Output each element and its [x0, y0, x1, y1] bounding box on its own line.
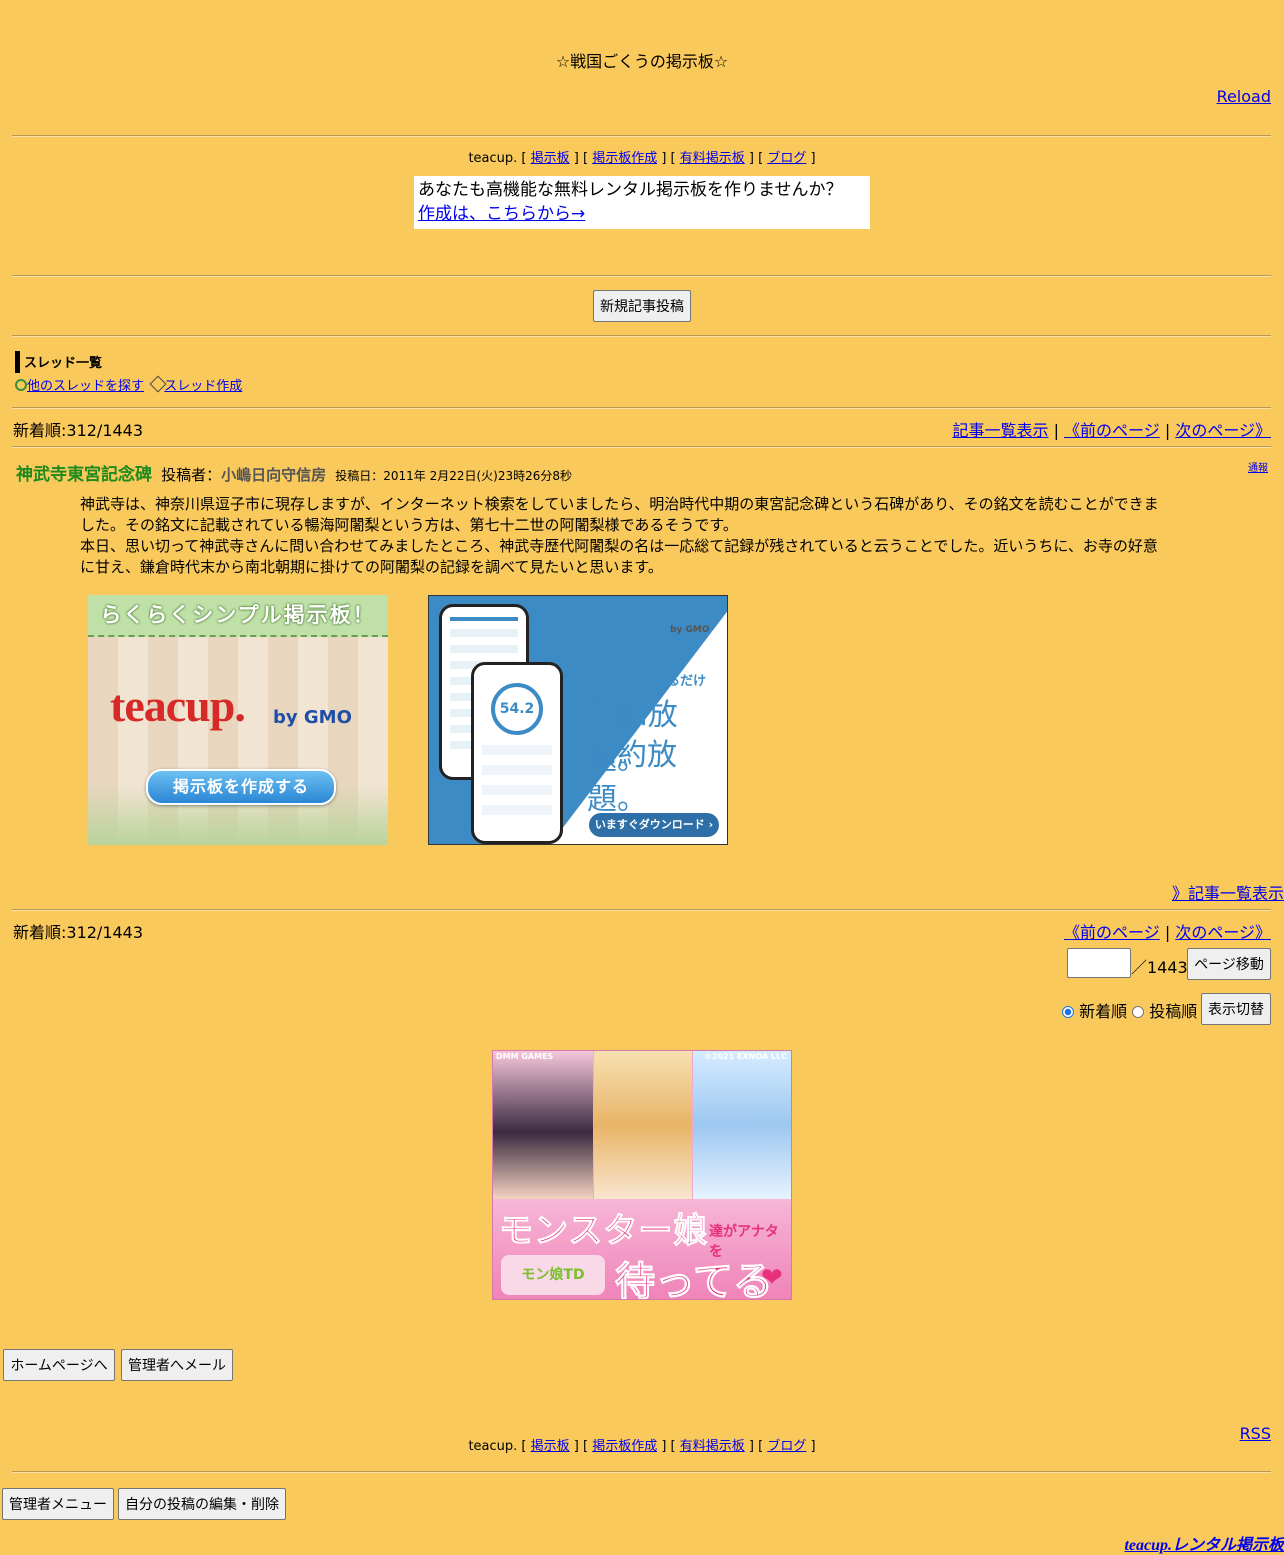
nav-link-blog[interactable]: ブログ — [767, 151, 806, 166]
post-date: 投稿日：2011年 2月22日(火)23時26分8秒 — [335, 469, 573, 483]
nav-prefix: teacup. — [468, 151, 518, 166]
divider — [12, 407, 1271, 409]
separator: | — [1053, 421, 1059, 440]
pager-links-bottom: 《前のページ | 次のページ》 — [1064, 919, 1271, 943]
character-portrait — [594, 1051, 692, 1199]
promo-link[interactable]: 作成は、こちらから→ — [418, 204, 585, 224]
post-body-line: 神武寺は、神奈川県逗子市に現存しますが、インターネット検索をしていましたら、明治… — [80, 495, 1159, 513]
ad-publisher: DMM GAMES — [496, 1052, 554, 1061]
nav-link-paid-board[interactable]: 有料掲示板 — [680, 1439, 745, 1454]
pager-status: 新着順:312/1443 — [13, 421, 144, 440]
sort-options: 新着順 投稿順 — [1062, 998, 1197, 1022]
footer-brand-link[interactable]: teacup.レンタル掲示板 — [1124, 1531, 1284, 1555]
article-list-link-bottom[interactable]: 》記事一覧表示 — [1172, 880, 1284, 904]
nav-link-board[interactable]: 掲示板 — [531, 1439, 570, 1454]
wifi-speed: 54.2 — [491, 683, 543, 735]
game-line3: 待ってる — [615, 1259, 774, 1300]
post-title: 神武寺東宮記念碑 — [16, 465, 152, 485]
edit-own-post-button[interactable]: 自分の投稿の編集・削除 — [118, 1488, 286, 1520]
ad-headline: らくらくシンプル掲示板！ — [88, 595, 388, 637]
nav-link-board[interactable]: 掲示板 — [531, 151, 570, 166]
teacup-ad-banner[interactable]: らくらくシンプル掲示板！ teacup. by GMO 掲示板を作成する — [88, 595, 388, 845]
post-header: 神武寺東宮記念碑 投稿者：小嶋日向守信房 投稿日：2011年 2月22日(火)2… — [16, 460, 572, 485]
ad-copyright: ©2021 EXNOA LLC — [703, 1052, 787, 1061]
nav-link-create-board[interactable]: 掲示板作成 — [592, 151, 657, 166]
search-icon — [15, 379, 27, 391]
divider — [12, 909, 1271, 911]
pager-links: 記事一覧表示 | 《前のページ | 次のページ》 — [952, 417, 1271, 441]
sort-new-label: 新着順 — [1079, 1002, 1128, 1021]
homepage-button[interactable]: ホームページへ — [3, 1349, 115, 1381]
nav-link-create-board[interactable]: 掲示板作成 — [592, 1439, 657, 1454]
wifi-download-button[interactable]: いますぐダウンロード › — [589, 813, 719, 837]
thread-actions: 他のスレッドを探す スレッド作成 — [15, 375, 242, 394]
pager-status-bottom: 新着順:312/1443 — [13, 923, 144, 942]
wifi-brand: タウンWiFi by GMO — [611, 602, 710, 635]
promo-text: あなたも高機能な無料レンタル掲示板を作りませんか？ — [418, 180, 843, 200]
divider — [12, 135, 1271, 137]
wifi-line3: 節約放題。 — [587, 738, 677, 817]
next-page-link[interactable]: 次のページ》 — [1175, 923, 1271, 942]
divider — [12, 275, 1271, 277]
nav-link-blog[interactable]: ブログ — [767, 1439, 806, 1454]
mail-admin-button[interactable]: 管理者へメール — [121, 1349, 233, 1381]
display-toggle-button[interactable]: 表示切替 — [1201, 993, 1271, 1025]
post-body-line: した。その銘文に記載されている暢海阿闍梨という方は、第七十二世の阿闍梨様であるそ… — [80, 516, 738, 534]
reload-link[interactable]: Reload — [1217, 87, 1271, 106]
nav-link-paid-board[interactable]: 有料掲示板 — [680, 151, 745, 166]
separator: | — [1164, 421, 1171, 440]
game-ad-banner[interactable]: DMM GAMES ©2021 EXNOA LLC モンスター娘 達がアナタを … — [492, 1050, 792, 1300]
page-number-input[interactable] — [1067, 948, 1131, 978]
thread-list-title: スレッド一覧 — [24, 356, 103, 371]
article-list-link[interactable]: 記事一覧表示 — [952, 421, 1048, 440]
divider — [12, 446, 1271, 448]
service-nav: teacup. [ 掲示板 ] [ 掲示板作成 ] [ 有料掲示板 ] [ ブロ… — [468, 151, 816, 166]
ad-create-button[interactable]: 掲示板を作成する — [146, 769, 336, 805]
heart-icon: ❤ — [761, 1263, 783, 1293]
section-bar — [15, 351, 20, 373]
game-logo: モン娘TD — [501, 1255, 605, 1295]
report-link[interactable]: 通報 — [1248, 459, 1268, 474]
character-portrait — [693, 1051, 791, 1199]
post-body: 神武寺は、神奈川県逗子市に現存しますが、インターネット検索をしていましたら、明治… — [80, 494, 1250, 578]
post-author: 小嶋日向守信房 — [221, 466, 327, 484]
wifi-ad-banner[interactable]: 54.2 タウンWiFi by GMO アプリを入れるだけで、 WiFi放題。 節… — [428, 595, 728, 845]
divider — [12, 1471, 1271, 1473]
sort-post-radio[interactable] — [1132, 1006, 1145, 1018]
author-label: 投稿者： — [161, 466, 222, 484]
page-move-button[interactable]: ページ移動 — [1187, 948, 1271, 980]
sort-new-radio[interactable] — [1062, 1006, 1074, 1018]
separator: | — [1164, 923, 1171, 942]
create-thread-link[interactable]: スレッド作成 — [164, 379, 242, 394]
search-thread-link[interactable]: 他のスレッドを探す — [27, 379, 144, 394]
nav-prefix: teacup. — [468, 1439, 518, 1454]
admin-menu-button[interactable]: 管理者メニュー — [2, 1488, 114, 1520]
promo-box: あなたも高機能な無料レンタル掲示板を作りませんか？ 作成は、こちらから→ — [414, 176, 870, 229]
new-post-button[interactable]: 新規記事投稿 — [593, 290, 691, 322]
board-title: ☆戦国ごくうの掲示板☆ — [555, 52, 729, 71]
prev-page-link[interactable]: 《前のページ — [1064, 923, 1160, 942]
teacup-logo: teacup. — [110, 680, 246, 731]
post-body-line: 本日、思い切って神武寺さんに問い合わせてみましたところ、神武寺歴代阿闍梨の名は一… — [80, 537, 1158, 555]
page-total: ／1443 — [1131, 958, 1188, 977]
service-nav-bottom: teacup. [ 掲示板 ] [ 掲示板作成 ] [ 有料掲示板 ] [ ブロ… — [468, 1439, 816, 1454]
divider — [12, 335, 1271, 337]
game-line1: モンスター娘 — [498, 1211, 709, 1252]
wifi-brand-name: タウンWiFi — [611, 606, 710, 627]
gmo-logo: by GMO — [273, 707, 352, 728]
character-portrait — [493, 1051, 593, 1199]
prev-page-link[interactable]: 《前のページ — [1064, 421, 1160, 440]
next-page-link[interactable]: 次のページ》 — [1175, 421, 1271, 440]
phone-icon: 54.2 — [471, 662, 563, 844]
sort-post-label: 投稿順 — [1149, 1002, 1198, 1021]
post-body-line: に甘え、鎌倉時代末から南北朝期に掛けての阿闍梨の記録を調べて見たいと思います。 — [80, 558, 663, 576]
